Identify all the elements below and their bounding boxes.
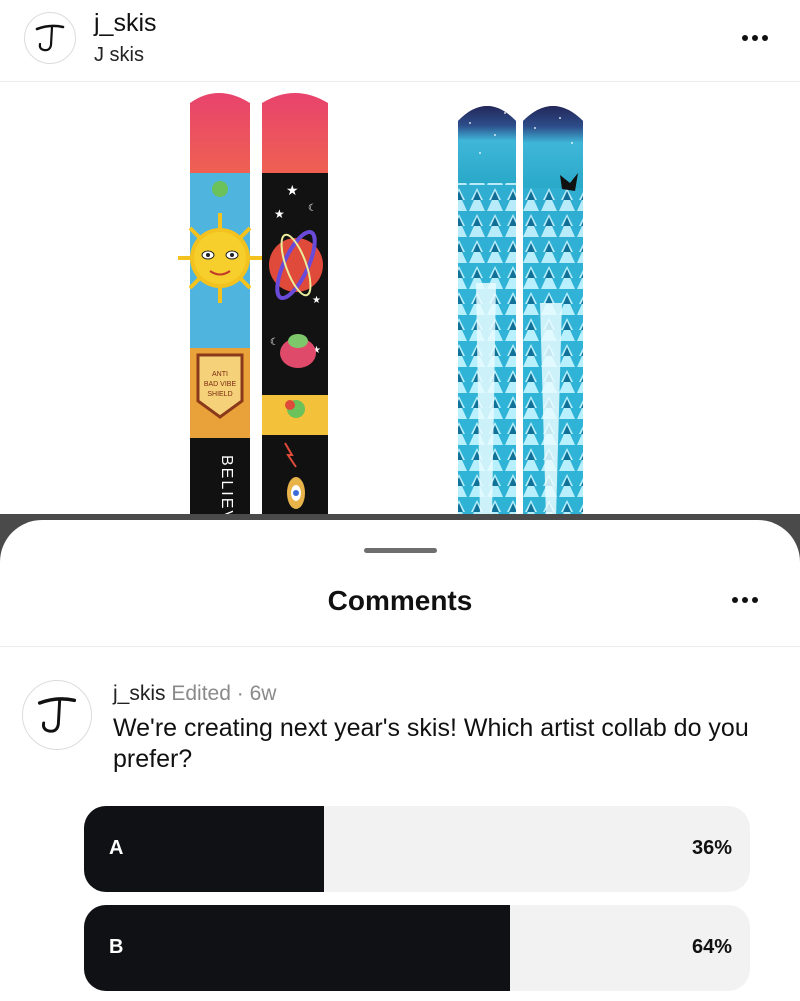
svg-text:★: ★ [274,207,285,221]
svg-text:☾: ☾ [308,203,317,214]
sheet-drag-handle[interactable] [364,548,437,553]
comment-text: We're creating next year's skis! Which a… [113,714,749,773]
svg-text:ANTI: ANTI [212,371,228,378]
svg-text:★: ★ [286,182,299,198]
post-image: ANTI BAD VIBE SHIELD BELIEVE ★ ★ ☾ ★ ☾ ★ [0,83,800,518]
comment-avatar[interactable] [22,680,92,750]
post-display-name[interactable]: J skis [94,44,144,67]
poll-option-b[interactable]: B 64% [84,905,750,991]
comment-time: 6w [249,682,277,705]
post-username[interactable]: j_skis [94,9,157,38]
edited-label: Edited [171,682,231,705]
ski-right-2 [523,106,583,518]
poll-percent: 36% [691,837,732,859]
meta-separator: · [236,682,244,705]
sheet-title: Comments [327,585,473,616]
poll-fill [84,905,511,991]
svg-text:BAD VIBE: BAD VIBE [204,381,237,388]
comment-meta: j_skis Edited · 6w [113,682,276,706]
svg-text:★: ★ [312,295,321,306]
svg-text:SHIELD: SHIELD [207,391,232,398]
poll-percent: 64% [691,936,732,958]
j-logo-icon [35,24,65,52]
poll-option-a[interactable]: A 36% [84,806,750,892]
ski-left-2: ★ ★ ☾ ★ ☾ ★ [262,93,328,518]
svg-text:☾: ☾ [270,337,279,348]
j-logo-icon [37,697,77,733]
divider [0,646,800,647]
svg-text:BELIEVE: BELIEVE [218,455,235,518]
post-header: j_skis J skis [0,0,800,82]
skis-image: ANTI BAD VIBE SHIELD BELIEVE ★ ★ ☾ ★ ☾ ★ [178,93,583,518]
poll-option-label: B [109,936,124,958]
ski-right-1 [458,106,516,518]
ski-left-1: ANTI BAD VIBE SHIELD BELIEVE [178,93,262,518]
comment-username[interactable]: j_skis [113,682,166,705]
profile-avatar[interactable] [24,12,76,64]
more-horizontal-icon[interactable] [732,597,758,603]
more-horizontal-icon[interactable] [742,35,768,41]
poll-option-label: A [109,837,124,859]
